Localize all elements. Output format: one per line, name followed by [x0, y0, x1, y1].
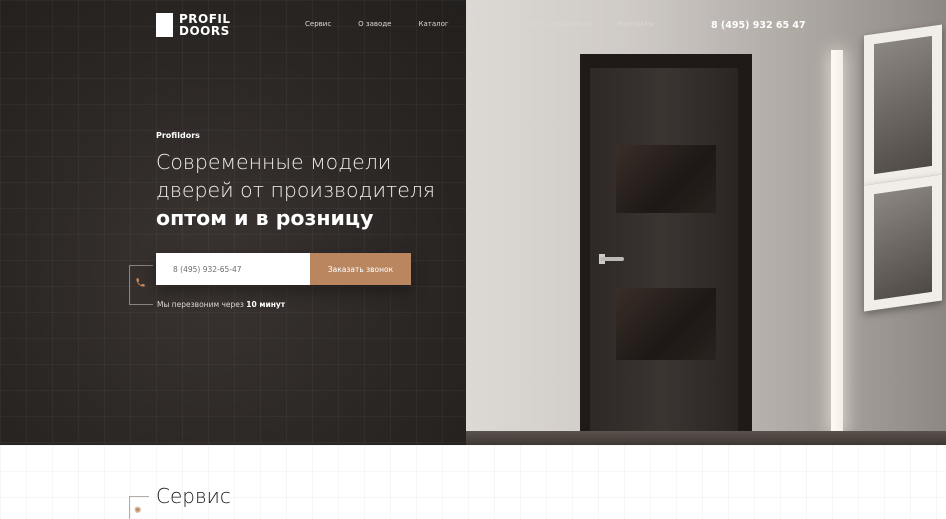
hero-door-photo [466, 0, 946, 445]
request-call-button[interactable]: Заказать звонок [310, 253, 411, 285]
logo-mark [156, 13, 173, 37]
hero-section: PROFIL DOORS Сервис О заводе Каталог Отз… [0, 0, 946, 445]
hero-title-line2: дверей от производителя [156, 178, 436, 202]
header-phone[interactable]: 8 (495) 932 65 47 [711, 20, 806, 31]
nav-designers[interactable]: Для дизайнеров [531, 20, 591, 28]
logo[interactable]: PROFIL DOORS [156, 13, 231, 37]
phone-icon [135, 277, 147, 289]
door-handle [600, 257, 624, 261]
floor [466, 431, 946, 445]
callback-form: Заказать звонок [156, 253, 411, 285]
door-glass-lower [616, 288, 716, 360]
nav-contacts[interactable]: Контакты [618, 20, 654, 28]
callback-note-time: 10 минут [246, 300, 286, 309]
nav-reviews[interactable]: Отзывы [476, 20, 505, 28]
wall-picture-lower [864, 174, 942, 312]
nav-about-factory[interactable]: О заводе [358, 20, 391, 28]
callback-note-prefix: Мы перезвоним через [157, 300, 247, 309]
nav-service[interactable]: Сервис [305, 20, 331, 28]
door-panel [590, 68, 738, 436]
hero-title: Современные модели дверей от производите… [156, 148, 476, 232]
logo-text: PROFIL DOORS [179, 13, 231, 37]
nav-catalog[interactable]: Каталог [418, 20, 448, 28]
hero-title-bold: оптом и в розницу [156, 206, 374, 230]
wall-light-strip [831, 50, 843, 435]
door-glass-upper [616, 145, 716, 213]
main-nav: Сервис О заводе Каталог Отзывы Для дизай… [305, 20, 681, 28]
phone-input[interactable] [156, 253, 310, 285]
hero-eyebrow: Profildors [156, 131, 200, 140]
logo-line2: DOORS [179, 24, 230, 38]
hero-title-line1: Современные модели [156, 150, 392, 174]
callback-note: Мы перезвоним через 10 минут [157, 300, 285, 309]
wall-picture-upper [864, 24, 942, 186]
service-icon: ✺ [134, 506, 142, 516]
services-title: Сервис [156, 484, 231, 508]
